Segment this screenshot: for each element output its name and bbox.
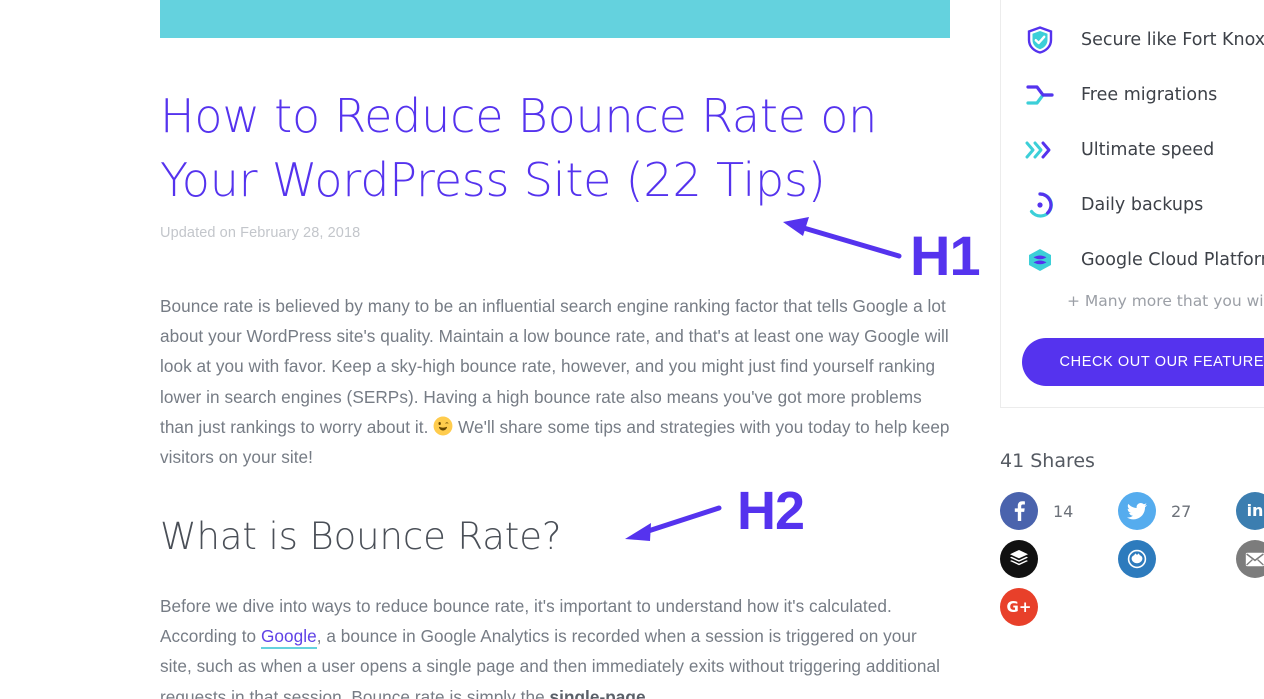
share-cell-email — [1236, 540, 1264, 578]
buffer-share-button[interactable] — [1000, 540, 1038, 578]
share-cell-linkedin: in — [1236, 492, 1264, 530]
share-cell-twitter: 27 — [1118, 492, 1191, 530]
shield-check-icon — [1025, 25, 1055, 55]
many-more-text: + Many more that you will lo — [1067, 292, 1264, 310]
check-out-features-button[interactable]: CHECK OUT OUR FEATURES — [1022, 338, 1264, 386]
share-cell-googleplus: G+ — [1000, 588, 1038, 626]
teal-banner — [160, 0, 950, 38]
twitter-share-button[interactable] — [1118, 492, 1156, 530]
share-row: 14 27 in — [1000, 492, 1264, 540]
feature-item-gcp[interactable]: Google Cloud Platform — [1025, 232, 1264, 287]
feature-item-secure[interactable]: Secure like Fort Knox — [1025, 12, 1264, 67]
article-page: How to Reduce Bounce Rate on Your WordPr… — [0, 0, 1264, 699]
winking-face-emoji — [433, 415, 453, 436]
feature-label: Free migrations — [1081, 84, 1218, 105]
share-cell-buffer — [1000, 540, 1038, 578]
h2-annotation-label: H2 — [737, 481, 805, 541]
h1-annotation-arrow — [783, 217, 902, 259]
linkedin-glyph: in — [1246, 501, 1264, 520]
linkedin-share-button[interactable]: in — [1236, 492, 1264, 530]
features-sidebar-card: Secure like Fort Knox Free migrations Ul… — [1000, 0, 1264, 408]
feature-list: Secure like Fort Knox Free migrations Ul… — [1025, 12, 1264, 287]
definition-bold-term: single-page — [549, 686, 646, 699]
facebook-share-count: 14 — [1053, 501, 1074, 521]
intro-paragraph: Bounce rate is believed by many to be an… — [160, 291, 952, 472]
h2-annotation-arrow — [625, 505, 722, 541]
feature-label: Ultimate speed — [1081, 139, 1215, 160]
section-heading-what-is-bounce-rate: What is Bounce Rate? — [160, 515, 562, 558]
migration-arrow-icon — [1025, 80, 1055, 110]
share-cell-reddit — [1118, 540, 1156, 578]
shares-count-label: 41 Shares — [1000, 450, 1095, 472]
google-link[interactable]: Google — [260, 626, 317, 650]
intro-paragraph-text-1: Bounce rate is believed by many to be an… — [160, 296, 949, 437]
reddit-share-button[interactable] — [1118, 540, 1156, 578]
feature-label: Secure like Fort Knox — [1081, 29, 1264, 50]
social-share-grid: 14 27 in G+ — [1000, 492, 1264, 636]
feature-item-speed[interactable]: Ultimate speed — [1025, 122, 1264, 177]
email-share-button[interactable] — [1236, 540, 1264, 578]
feature-label: Google Cloud Platform — [1081, 249, 1264, 270]
feature-item-backups[interactable]: Daily backups — [1025, 177, 1264, 232]
definition-paragraph: Before we dive into ways to reduce bounc… — [160, 591, 952, 699]
share-cell-facebook: 14 — [1000, 492, 1073, 530]
share-row: G+ — [1000, 588, 1264, 636]
feature-item-migrations[interactable]: Free migrations — [1025, 67, 1264, 122]
googleplus-share-button[interactable]: G+ — [1000, 588, 1038, 626]
feature-label: Daily backups — [1081, 194, 1204, 215]
double-chevron-speed-icon — [1025, 135, 1055, 165]
post-updated-date: Updated on February 28, 2018 — [160, 225, 361, 241]
cloud-platform-icon — [1025, 245, 1055, 275]
facebook-share-button[interactable] — [1000, 492, 1038, 530]
share-row — [1000, 540, 1264, 588]
h1-annotation-label: H1 — [910, 224, 981, 287]
page-title: How to Reduce Bounce Rate on Your WordPr… — [160, 89, 878, 207]
backup-circle-icon — [1025, 190, 1055, 220]
twitter-share-count: 27 — [1171, 501, 1192, 521]
article-column: How to Reduce Bounce Rate on Your WordPr… — [0, 0, 990, 699]
googleplus-glyph: G+ — [1006, 597, 1032, 616]
